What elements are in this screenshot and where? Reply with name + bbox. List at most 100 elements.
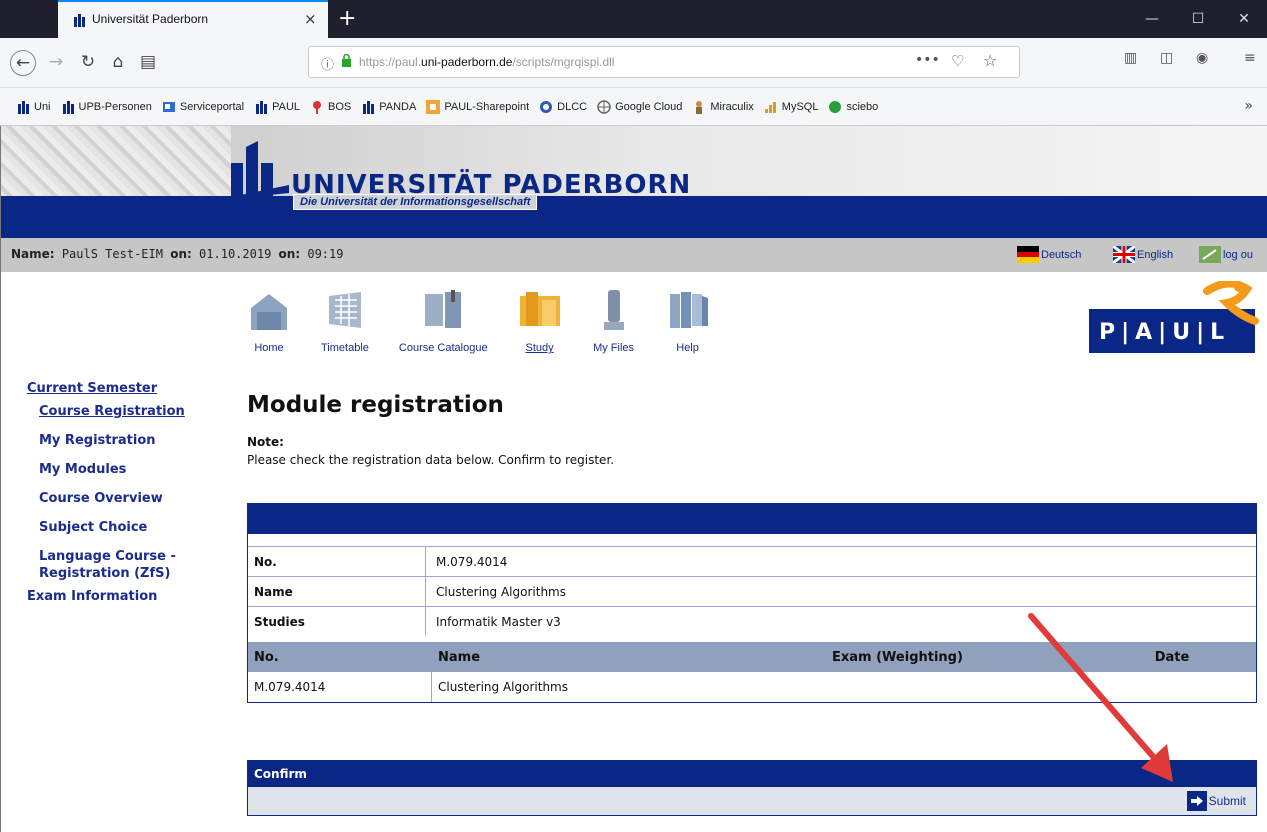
minimize-button[interactable]: — (1129, 0, 1175, 38)
detail-value: Informatik Master v3 (436, 614, 561, 629)
timetable-icon (328, 292, 361, 328)
nav-help[interactable]: Help (666, 288, 710, 354)
german-flag-icon (1017, 246, 1039, 263)
detail-key: Name (248, 577, 426, 606)
cell-no: M.079.4014 (248, 672, 432, 702)
page-title: Module registration (247, 392, 504, 418)
header-pattern (1, 126, 231, 198)
nav-course-catalogue[interactable]: Course Catalogue (399, 288, 488, 354)
sidebar-item-course-overview[interactable]: Course Overview (27, 490, 227, 507)
language-english-link[interactable]: English (1113, 246, 1173, 263)
bookmark-mysql[interactable]: MySQL (764, 100, 818, 114)
table-spacer (248, 534, 1256, 547)
logout-link[interactable]: log ou (1199, 246, 1253, 263)
arrow-right-icon (1186, 791, 1207, 811)
study-icon (519, 292, 560, 326)
uk-flag-icon (1113, 246, 1135, 263)
sidebar-item-my-modules[interactable]: My Modules (27, 461, 227, 478)
bookmark-miraculix[interactable]: Miraculix (692, 100, 754, 114)
university-icon (18, 100, 29, 114)
close-window-button[interactable]: ✕ (1221, 0, 1267, 38)
page-actions-icon[interactable]: ••• (915, 52, 940, 68)
sidebar-item-course-registration[interactable]: Course Registration (27, 403, 227, 420)
bookmark-panda[interactable]: PANDA (361, 100, 416, 114)
paul-logo: P|A|U|L (1089, 281, 1259, 353)
header-blue-band (1, 196, 1267, 238)
bookmarks-more-icon[interactable]: » (1244, 98, 1253, 114)
column-header-no: No. (254, 649, 279, 665)
main-navigation: Home Timetable Course Catalogue Study My… (247, 288, 740, 354)
print-icon[interactable]: ▤ (136, 50, 160, 74)
nav-study[interactable]: Study (518, 288, 562, 354)
bookmark-sciebo[interactable]: sciebo (828, 100, 878, 114)
column-header-name: Name (438, 649, 481, 665)
info-icon[interactable]: ⓘ (321, 54, 334, 73)
bookmark-google-cloud[interactable]: Google Cloud (597, 99, 682, 114)
university-subtitle: Die Universität der Informationsgesellsc… (293, 194, 538, 210)
note-text: Please check the registration data below… (247, 453, 615, 467)
detail-value: Clustering Algorithms (436, 584, 566, 599)
url-bar[interactable]: ⓘ https://paul.uni-paderborn.de/scripts/… (308, 46, 1020, 78)
bookmark-upb-personen[interactable]: UPB-Personen (61, 100, 152, 114)
bookmark-star-icon[interactable]: ☆ (983, 51, 997, 70)
university-icon (256, 100, 268, 114)
registration-table-header (248, 504, 1256, 534)
sidebar-exam-information[interactable]: Exam Information (27, 588, 227, 605)
browser-tab[interactable]: Universität Paderborn × (58, 0, 328, 38)
back-icon[interactable]: ← (10, 50, 36, 76)
university-icon (363, 100, 375, 114)
browser-tab-bar: Universität Paderborn × + — ☐ ✕ (0, 0, 1267, 38)
reload-icon[interactable]: ↻ (76, 50, 100, 74)
maximize-button[interactable]: ☐ (1175, 0, 1221, 38)
catalogue-icon (425, 290, 462, 328)
mysql-icon (764, 101, 776, 113)
nav-timetable[interactable]: Timetable (321, 288, 369, 354)
detail-key: Studies (248, 607, 426, 636)
bookmark-uni[interactable]: Uni (16, 100, 51, 114)
new-tab-button[interactable]: + (338, 6, 356, 31)
user-info-bar: Name: PaulS Test-EIM on: 01.10.2019 on: … (1, 238, 1267, 272)
sidebar: Current Semester Course Registration My … (27, 380, 227, 605)
menu-icon[interactable]: ≡ (1244, 50, 1256, 66)
miraculix-icon (696, 100, 703, 114)
bookmarks-bar: Uni UPB-Personen Serviceportal PAUL BOS … (0, 88, 1267, 126)
language-deutsch-link[interactable]: Deutsch (1017, 246, 1081, 263)
bookmark-serviceportal[interactable]: Serviceportal (162, 100, 244, 114)
sciebo-icon (829, 100, 842, 113)
sidebar-toggle-icon[interactable]: ◫ (1160, 50, 1173, 66)
tab-close-icon[interactable]: × (304, 10, 317, 28)
window-controls: — ☐ ✕ (1129, 0, 1267, 38)
account-icon[interactable]: ◉ (1196, 50, 1208, 66)
sidebar-item-my-registration[interactable]: My Registration (27, 432, 227, 449)
logout-icon (1199, 246, 1221, 263)
forward-icon[interactable]: → (44, 50, 68, 74)
library-icon[interactable]: ▥ (1124, 50, 1137, 66)
detail-key: No. (248, 547, 426, 576)
pocket-icon[interactable]: ♡ (951, 52, 964, 70)
university-favicon-icon (74, 14, 85, 27)
nav-home[interactable]: Home (247, 288, 291, 354)
bos-icon (313, 100, 322, 114)
bookmark-bos[interactable]: BOS (310, 100, 351, 114)
sidebar-item-subject-choice[interactable]: Subject Choice (27, 519, 227, 536)
url-text: https://paul.uni-paderborn.de/scripts/mg… (359, 55, 615, 69)
serviceportal-icon (162, 101, 175, 112)
university-header: UNIVERSITÄT PADERBORN Die Universität de… (1, 126, 1267, 238)
dlcc-icon (540, 100, 553, 113)
bookmark-paul-sharepoint[interactable]: PAUL-Sharepoint (426, 99, 529, 114)
bookmark-paul[interactable]: PAUL (254, 100, 300, 114)
submit-button[interactable]: Submit (1186, 791, 1246, 811)
cell-name: Clustering Algorithms (438, 680, 568, 694)
files-icon (603, 290, 624, 330)
home-page-icon[interactable]: ⌂ (106, 50, 130, 74)
university-icon (62, 100, 74, 114)
university-logo-icon (231, 141, 289, 199)
nav-my-files[interactable]: My Files (592, 288, 636, 354)
sidebar-current-semester[interactable]: Current Semester (27, 380, 227, 397)
submit-label: Submit (1208, 794, 1246, 808)
bookmark-dlcc[interactable]: DLCC (539, 100, 587, 114)
annotation-arrow-icon (1028, 613, 1173, 782)
sharepoint-icon (426, 99, 441, 114)
note-label: Note: (247, 435, 284, 449)
sidebar-item-language-course[interactable]: Language Course - Registration (ZfS) (27, 548, 227, 582)
